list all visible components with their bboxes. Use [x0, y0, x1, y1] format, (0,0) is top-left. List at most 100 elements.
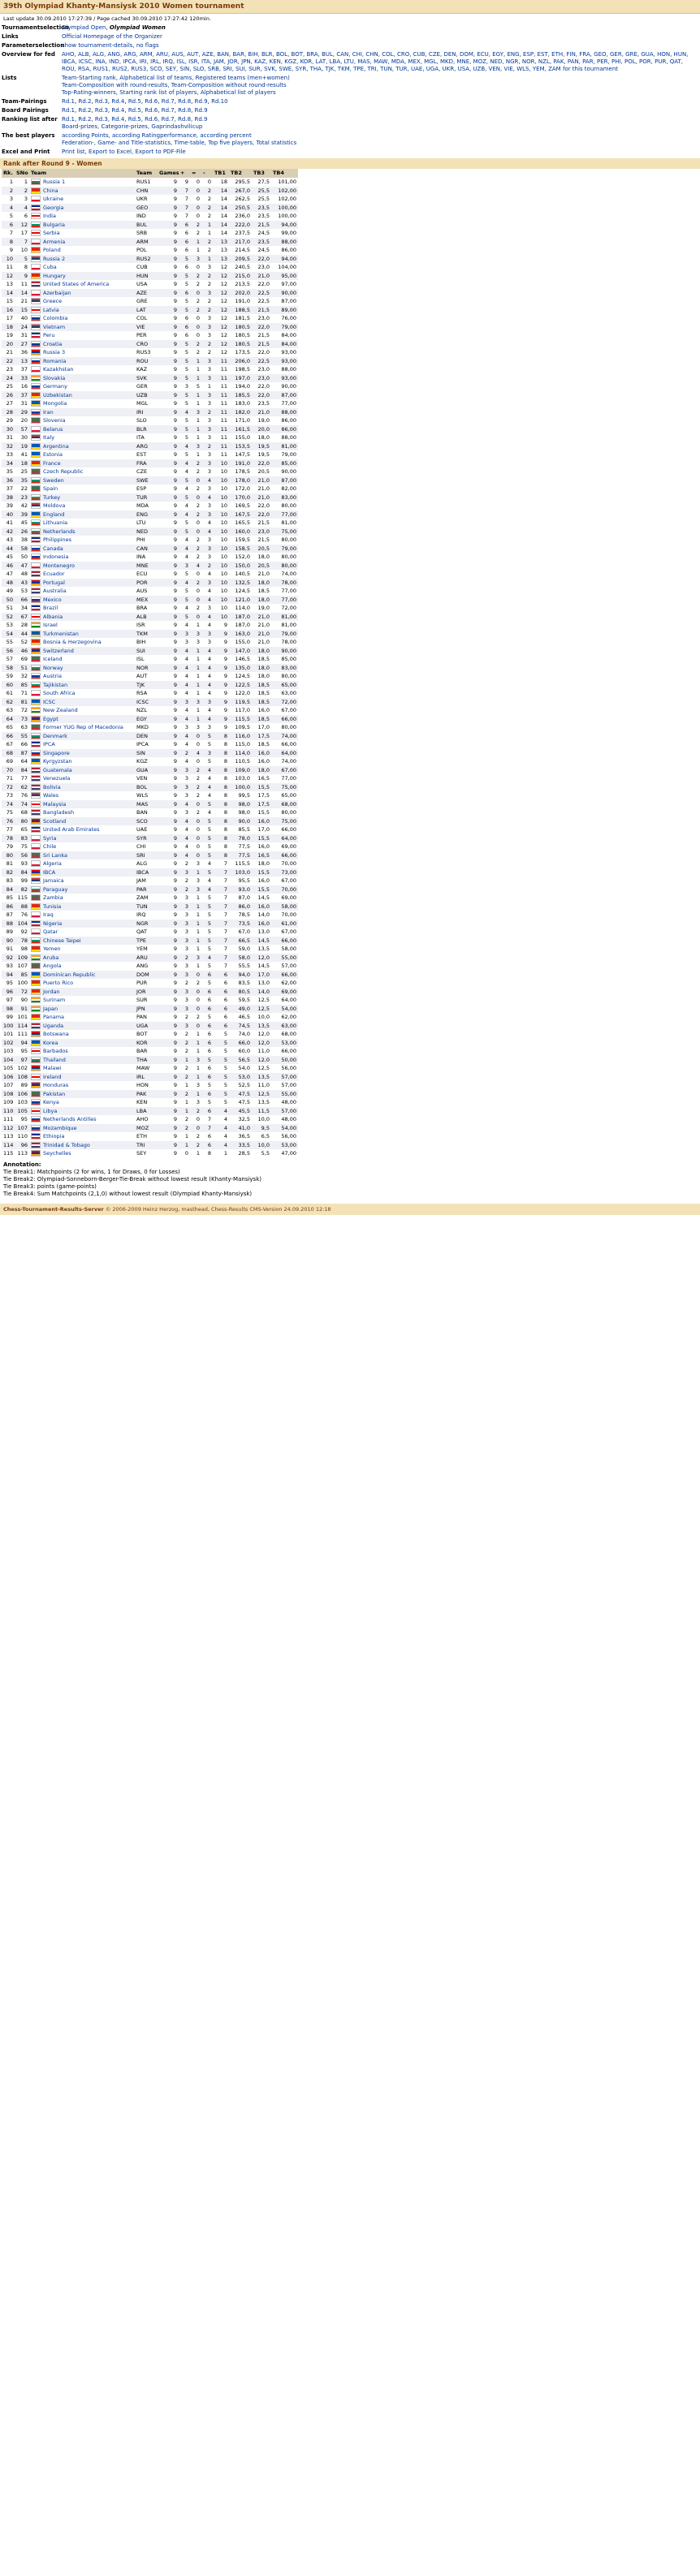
team-link[interactable]: England [43, 511, 64, 518]
table-cell[interactable]: Chile [29, 842, 135, 851]
team-link[interactable]: IBCA [43, 869, 55, 876]
team-link[interactable]: Switzerland [43, 648, 74, 654]
team-link[interactable]: Barbados [43, 1048, 68, 1054]
team-link[interactable]: France [43, 460, 61, 467]
table-cell[interactable]: Kazakhstan [29, 365, 135, 374]
team-link[interactable]: Bosnia & Herzegovina [43, 639, 102, 645]
team-link[interactable]: Netherlands Antilles [43, 1116, 97, 1122]
team-link[interactable]: Ukraine [43, 196, 63, 202]
table-cell[interactable]: Honduras [29, 1081, 135, 1090]
table-cell[interactable]: Colombia [29, 314, 135, 323]
table-cell[interactable]: Cuba [29, 263, 135, 272]
meta-link[interactable]: Rd.5 [128, 107, 141, 114]
team-link[interactable]: Sweden [43, 477, 64, 484]
meta-link[interactable]: Rd.10 [211, 98, 227, 105]
meta-link[interactable]: Rd.8 [178, 107, 191, 114]
team-link[interactable]: IPCA [43, 741, 55, 747]
team-link[interactable]: Malaysia [43, 801, 66, 808]
table-cell[interactable]: Bangladesh [29, 808, 135, 817]
table-cell[interactable]: Turkey [29, 493, 135, 502]
team-link[interactable]: Uganda [43, 1023, 63, 1029]
team-link[interactable]: Cuba [43, 264, 57, 270]
team-link[interactable]: Netherlands [43, 528, 76, 535]
table-cell[interactable]: Slovenia [29, 416, 135, 425]
table-cell[interactable]: Mozambique [29, 1123, 135, 1132]
team-link[interactable]: Vietnam [43, 324, 65, 330]
team-link[interactable]: Thailand [43, 1057, 66, 1063]
team-link[interactable]: Lithuania [43, 519, 67, 526]
team-link[interactable]: Iceland [43, 656, 63, 662]
fed-link-list[interactable]: AHO, ALB, ALG, ANG, ARG, ARM, ARU, AUS, … [62, 51, 688, 72]
table-cell[interactable]: Iceland [29, 655, 135, 664]
column-header[interactable]: Team [29, 169, 135, 178]
team-link[interactable]: Scotland [43, 818, 66, 825]
meta-link[interactable]: Rd.1 [62, 107, 75, 114]
team-link[interactable]: Surinam [43, 997, 65, 1003]
table-cell[interactable]: New Zealand [29, 706, 135, 715]
table-cell[interactable]: Sweden [29, 476, 135, 485]
table-cell[interactable]: Paraguay [29, 885, 135, 894]
team-link[interactable]: Puerto Rico [43, 980, 73, 986]
table-cell[interactable]: Libya [29, 1106, 135, 1115]
table-cell[interactable]: South Africa [29, 689, 135, 698]
meta-link-line[interactable]: according Points, according Ratingperfor… [62, 132, 698, 140]
team-link[interactable]: Germany [43, 383, 67, 390]
table-cell[interactable]: Lithuania [29, 519, 135, 528]
team-link[interactable]: Croatia [43, 341, 62, 347]
table-cell[interactable]: Malawi [29, 1064, 135, 1073]
team-link[interactable]: Ethiopia [43, 1133, 64, 1139]
table-cell[interactable]: Uganda [29, 1021, 135, 1030]
table-cell[interactable]: Yemen [29, 945, 135, 954]
meta-link[interactable]: Rd.9 [195, 107, 208, 114]
meta-link[interactable]: Rd.5 [128, 98, 141, 105]
meta-link[interactable]: Rd.9 [195, 98, 208, 105]
team-link[interactable]: Georgia [43, 205, 64, 211]
table-cell[interactable]: Latvia [29, 305, 135, 314]
table-cell[interactable]: Australia [29, 587, 135, 596]
team-link[interactable]: Algeria [43, 860, 62, 867]
column-header[interactable]: TB4 [271, 169, 298, 178]
meta-link[interactable]: Rd.6 [145, 98, 158, 105]
table-cell[interactable]: Vietnam [29, 322, 135, 331]
meta-link[interactable]: Rd.8 [178, 98, 191, 105]
team-link[interactable]: Slovakia [43, 375, 65, 381]
team-link[interactable]: South Africa [43, 690, 76, 696]
team-link[interactable]: Turkey [43, 494, 60, 501]
table-cell[interactable]: Qatar [29, 928, 135, 937]
table-cell[interactable]: Ireland [29, 1072, 135, 1081]
team-link[interactable]: Estonia [43, 451, 63, 458]
team-link[interactable]: Norway [43, 665, 63, 671]
team-link[interactable]: Poland [43, 247, 61, 253]
table-cell[interactable]: Mexico [29, 595, 135, 604]
table-cell[interactable]: Estonia [29, 450, 135, 459]
team-link[interactable]: Czech Republic [43, 468, 84, 475]
column-header[interactable]: TB2 [229, 169, 252, 178]
team-link[interactable]: Kyrgyzstan [43, 758, 72, 765]
table-cell[interactable]: Angola [29, 962, 135, 971]
team-link[interactable]: Kenya [43, 1099, 59, 1105]
table-cell[interactable]: Algeria [29, 859, 135, 868]
team-link[interactable]: Libya [43, 1108, 57, 1114]
table-cell[interactable]: Croatia [29, 339, 135, 348]
table-cell[interactable]: Barbados [29, 1047, 135, 1056]
meta-link-line[interactable]: Team-Composition with round-results, Tea… [62, 82, 698, 89]
table-cell[interactable]: Denmark [29, 731, 135, 740]
table-cell[interactable]: Ukraine [29, 195, 135, 204]
team-link[interactable]: Singapore [43, 750, 70, 756]
table-cell[interactable]: Argentina [29, 442, 135, 450]
team-link[interactable]: Yemen [43, 946, 61, 952]
table-cell[interactable]: Jamaica [29, 877, 135, 885]
table-cell[interactable]: Egypt [29, 714, 135, 723]
team-link[interactable]: Mongolia [43, 400, 67, 407]
table-cell[interactable]: Bosnia & Herzegovina [29, 638, 135, 647]
table-cell[interactable]: Bolivia [29, 782, 135, 791]
table-cell[interactable]: Czech Republic [29, 467, 135, 476]
table-cell[interactable]: Seychelles [29, 1149, 135, 1158]
table-cell[interactable]: Poland [29, 246, 135, 255]
table-cell[interactable]: Pakistan [29, 1089, 135, 1098]
meta-link[interactable]: Olympiad Open [62, 24, 106, 31]
table-cell[interactable]: Norway [29, 663, 135, 672]
table-cell[interactable]: Korea [29, 1038, 135, 1047]
table-cell[interactable]: Russia 2 [29, 254, 135, 263]
table-cell[interactable]: Tunisia [29, 902, 135, 911]
